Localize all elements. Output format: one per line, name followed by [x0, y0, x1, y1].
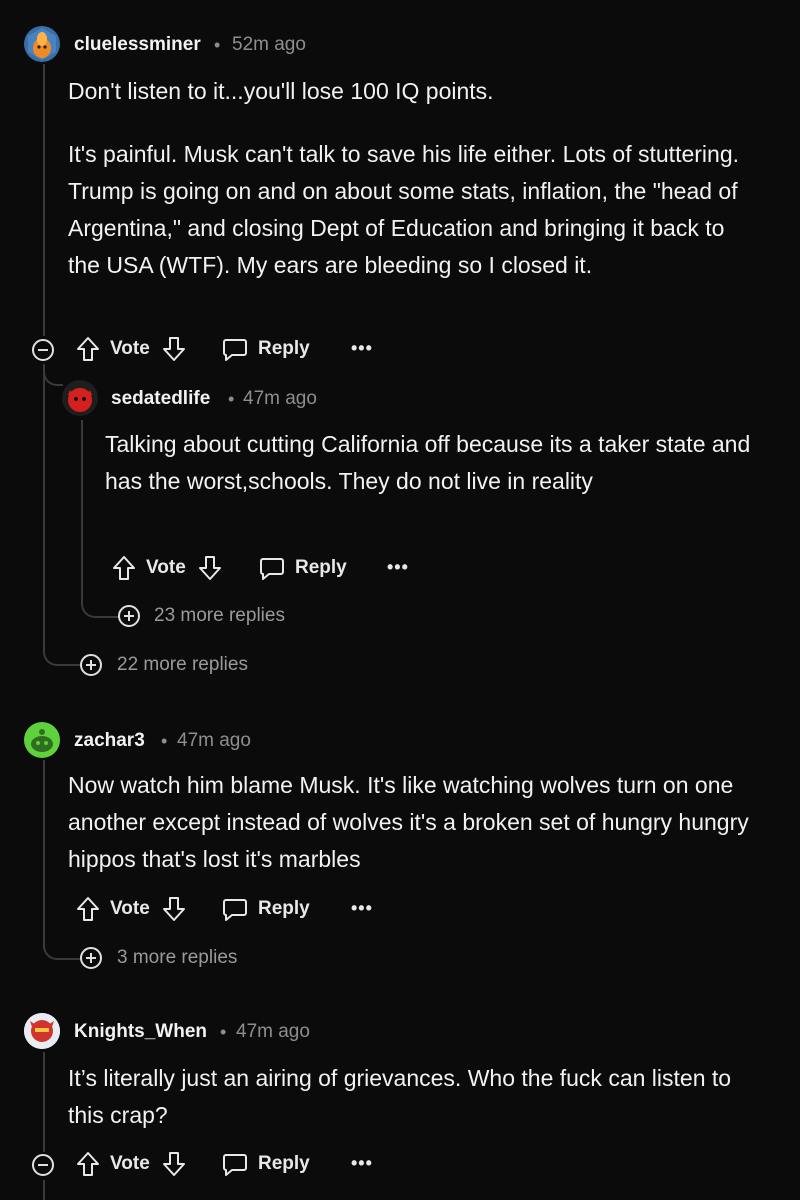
- overflow-menu-button[interactable]: •••: [387, 557, 409, 578]
- snoo-icon: [31, 729, 53, 752]
- expand-replies-icon[interactable]: [80, 947, 102, 969]
- meta-separator: •: [214, 35, 221, 55]
- more-replies-link[interactable]: 22 more replies: [117, 654, 248, 676]
- comment-timestamp: 47m ago: [243, 388, 317, 409]
- arrow-up-icon[interactable]: [76, 336, 100, 362]
- thread-line-c2: [81, 420, 83, 540]
- comment-body-paragraph: It’s literally just an airing of grievan…: [68, 1065, 732, 1128]
- vote-label: Vote: [146, 557, 186, 578]
- collapse-thread-button[interactable]: [32, 1154, 54, 1176]
- comment-body-paragraph: Don't listen to it...you'll lose 100 IQ …: [68, 78, 494, 104]
- comment-timestamp: 47m ago: [177, 730, 251, 751]
- thread-line-c4-tail: [43, 1180, 45, 1200]
- avatar[interactable]: [24, 722, 60, 758]
- arrow-down-icon[interactable]: [198, 555, 222, 581]
- expand-replies-icon[interactable]: [118, 605, 140, 627]
- meta-separator: •: [228, 389, 235, 409]
- reply-button[interactable]: Reply: [259, 554, 347, 582]
- reply-button[interactable]: Reply: [222, 1150, 310, 1178]
- thread-line-c3: [43, 760, 45, 888]
- comment-username[interactable]: cluelessminer: [74, 34, 201, 56]
- more-replies-link[interactable]: 23 more replies: [154, 605, 285, 627]
- knight-character-icon: [24, 1013, 60, 1049]
- reply-label: Reply: [258, 338, 310, 359]
- vote-group: Vote: [76, 1150, 186, 1178]
- arrow-up-icon[interactable]: [112, 555, 136, 581]
- reply-label: Reply: [295, 557, 347, 578]
- comment-timestamp: 52m ago: [232, 34, 306, 55]
- vote-group: Vote: [76, 895, 186, 923]
- thread-line-c1: [43, 64, 45, 336]
- reply-label: Reply: [258, 898, 310, 919]
- reply-label: Reply: [258, 1153, 310, 1174]
- vote-label: Vote: [110, 338, 150, 359]
- meta-separator: •: [220, 1022, 227, 1042]
- meta-separator: •: [161, 731, 168, 751]
- comment-body-paragraph: It's painful. Musk can't talk to save hi…: [68, 141, 739, 278]
- vote-group: Vote: [112, 554, 222, 582]
- flame-character-icon: [28, 28, 56, 60]
- devil-character-icon: [68, 388, 92, 412]
- arrow-down-icon[interactable]: [162, 1151, 186, 1177]
- overflow-menu-button[interactable]: •••: [351, 338, 373, 359]
- overflow-menu-button[interactable]: •••: [351, 1153, 373, 1174]
- vote-label: Vote: [110, 898, 150, 919]
- comment-username[interactable]: Knights_When: [74, 1021, 207, 1043]
- arrow-up-icon[interactable]: [76, 896, 100, 922]
- speech-bubble-icon: [223, 899, 247, 921]
- avatar[interactable]: [24, 1013, 60, 1049]
- comment-timestamp: 47m ago: [236, 1021, 310, 1042]
- comment-body-paragraph: Talking about cutting California off bec…: [105, 431, 751, 494]
- avatar[interactable]: [24, 26, 60, 62]
- collapse-thread-button[interactable]: [32, 339, 54, 361]
- arrow-down-icon[interactable]: [162, 336, 186, 362]
- speech-bubble-icon: [260, 558, 284, 580]
- speech-bubble-icon: [223, 339, 247, 361]
- avatar[interactable]: [62, 380, 98, 416]
- reply-button[interactable]: Reply: [222, 335, 310, 363]
- speech-bubble-icon: [223, 1154, 247, 1176]
- arrow-down-icon[interactable]: [162, 896, 186, 922]
- reply-button[interactable]: Reply: [222, 895, 310, 923]
- comment-username[interactable]: zachar3: [74, 730, 145, 752]
- comment-body-paragraph: Now watch him blame Musk. It's like watc…: [68, 772, 749, 872]
- expand-replies-icon[interactable]: [80, 654, 102, 676]
- vote-group: Vote: [76, 335, 186, 363]
- more-replies-link[interactable]: 3 more replies: [117, 947, 237, 969]
- overflow-menu-button[interactable]: •••: [351, 898, 373, 919]
- thread-line-c4: [43, 1052, 45, 1152]
- vote-label: Vote: [110, 1153, 150, 1174]
- arrow-up-icon[interactable]: [76, 1151, 100, 1177]
- comment-username[interactable]: sedatedlife: [111, 388, 210, 410]
